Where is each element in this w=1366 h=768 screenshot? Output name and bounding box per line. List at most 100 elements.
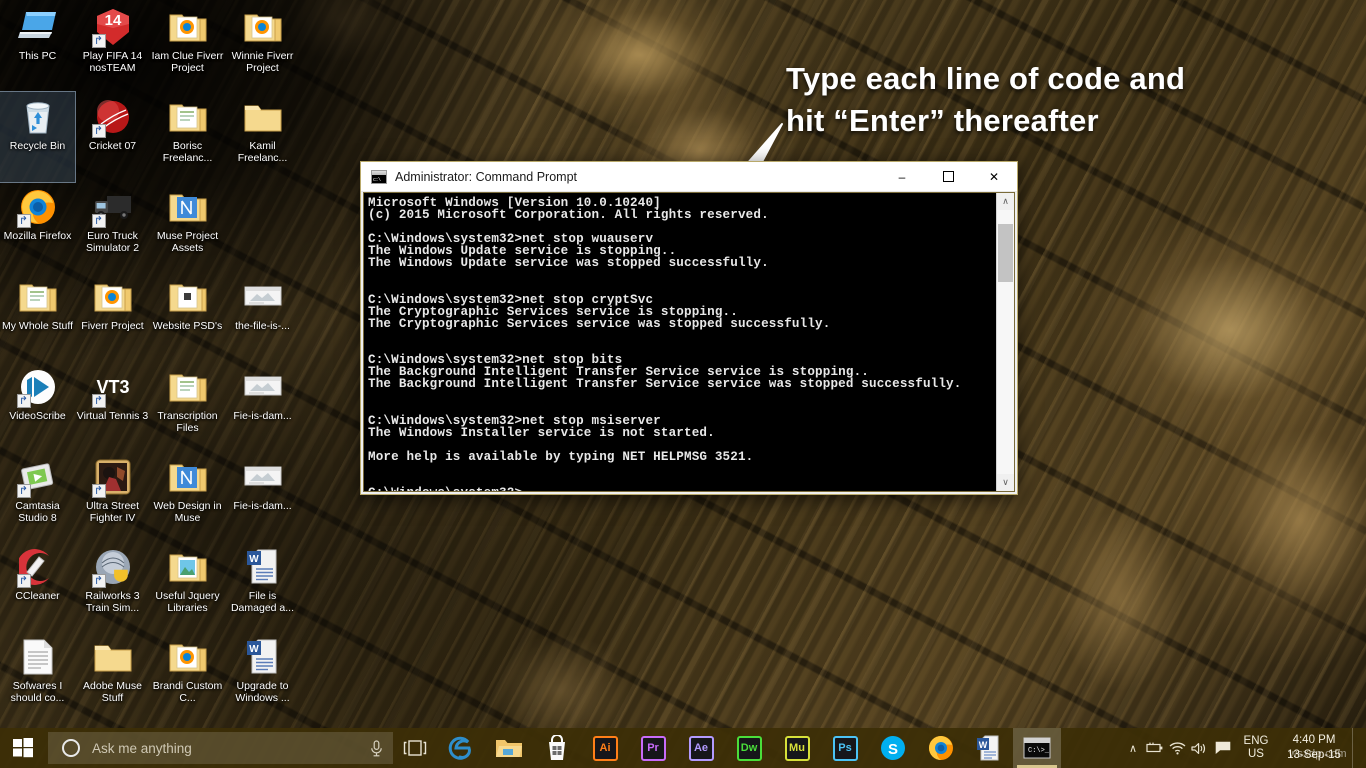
desktop-icon-fie-is-dam[interactable]: Fie-is-dam... (225, 452, 300, 542)
scroll-up-button[interactable]: ∧ (997, 193, 1014, 210)
desktop-icon-railworks-3-train-sim[interactable]: Railworks 3 Train Sim... (75, 542, 150, 632)
desktop-icon-iam-clue-fiverr-project[interactable]: Iam Clue Fiverr Project (150, 2, 225, 92)
folder-doc-icon (17, 276, 59, 318)
desktop-icon-adobe-muse-stuff[interactable]: Adobe Muse Stuff (75, 632, 150, 722)
desktop-icon-label: Upgrade to Windows ... (235, 680, 290, 704)
language-indicator[interactable]: ENG US (1236, 735, 1276, 761)
console-output-text[interactable]: Microsoft Windows [Version 10.0.10240] (… (364, 193, 996, 491)
console-body[interactable]: Microsoft Windows [Version 10.0.10240] (… (363, 192, 1015, 492)
fifa-game-icon: 14 (91, 6, 134, 48)
taskbar-app-after-effects[interactable]: Ae (677, 728, 725, 768)
desktop-icon-ultra-street-fighter-iv[interactable]: Ultra Street Fighter IV (75, 452, 150, 542)
file-image-icon (242, 456, 284, 498)
annotation-line-2: hit “Enter” thereafter (786, 103, 1099, 138)
file-explorer-icon (496, 740, 522, 757)
desktop-icon-cricket-07[interactable]: Cricket 07 (75, 92, 150, 182)
taskbar-app-edge[interactable] (437, 728, 485, 768)
wifi-icon[interactable] (1166, 728, 1188, 768)
desktop-icon-fiverr-project[interactable]: Fiverr Project (75, 272, 150, 362)
show-desktop-button[interactable] (1352, 728, 1360, 768)
language-line-2: US (1248, 748, 1264, 760)
window-title-bar[interactable]: Administrator: Command Prompt – ✕ (361, 162, 1017, 192)
desktop-icon-web-design-in-muse[interactable]: Web Design in Muse (150, 452, 225, 542)
desktop-icon-this-pc[interactable]: This PC (0, 2, 75, 92)
folder-icon (242, 96, 284, 138)
taskbar-app-file-explorer[interactable] (485, 728, 533, 768)
annotation-line-1: Type each line of code and (786, 61, 1186, 96)
battery-icon[interactable] (1144, 728, 1166, 768)
show-hidden-icons-button[interactable]: ∧ (1122, 728, 1144, 768)
desktop-icon-label: the-file-is-... (235, 320, 290, 332)
shortcut-overlay-icon (91, 394, 106, 408)
desktop-icon-fie-is-dam[interactable]: Fie-is-dam... (225, 362, 300, 452)
clock[interactable]: 4:40 PM 13-Sep-15 wsxdp.com (1276, 733, 1352, 763)
desktop-icon-mozilla-firefox[interactable]: Mozilla Firefox (0, 182, 75, 272)
annotation-callout: Type each line of code and hit “Enter” t… (786, 58, 1346, 142)
desktop-icon-useful-jquery-libraries[interactable]: Useful Jquery Libraries (150, 542, 225, 632)
microphone-icon[interactable] (359, 732, 393, 764)
task-view-button[interactable] (393, 728, 437, 768)
taskbar-app-muse[interactable]: Mu (773, 728, 821, 768)
taskbar-app-premiere-pro[interactable]: Pr (629, 728, 677, 768)
desktop-icon-transcription-files[interactable]: Transcription Files (150, 362, 225, 452)
desktop-icon-borisc-freelanc[interactable]: Borisc Freelanc... (150, 92, 225, 182)
desktop-icon-brandi-custom-c[interactable]: Brandi Custom C... (150, 632, 225, 722)
command-prompt-icon: C:\>_ (1023, 737, 1051, 759)
desktop-icon-my-whole-stuff[interactable]: My Whole Stuff (0, 272, 75, 362)
desktop-icon-euro-truck-simulator-2[interactable]: Euro Truck Simulator 2 (75, 182, 150, 272)
close-button[interactable]: ✕ (971, 162, 1017, 192)
scrollbar-track[interactable] (997, 210, 1014, 474)
desktop-icon-label: Borisc Freelanc... (162, 140, 213, 164)
vt3-icon: VT3 (91, 366, 134, 408)
maximize-button[interactable] (925, 162, 971, 192)
desktop-icon-kamil-freelanc[interactable]: Kamil Freelanc... (225, 92, 300, 182)
truck-icon (91, 186, 134, 228)
taskbar-app-dreamweaver[interactable]: Dw (725, 728, 773, 768)
taskbar: Ask me anything Ai Pr Ae Dw Mu Ps S W C:… (0, 728, 1366, 768)
minimize-button[interactable]: – (879, 162, 925, 192)
scroll-down-button[interactable]: ∨ (997, 474, 1014, 491)
desktop-icon-label: Website PSD's (152, 320, 223, 332)
folder-muse-icon (167, 456, 209, 498)
command-prompt-window[interactable]: Administrator: Command Prompt – ✕ Micros… (360, 161, 1018, 495)
desktop-icon-winnie-fiverr-project[interactable]: Winnie Fiverr Project (225, 2, 300, 92)
clock-time: 4:40 PM (1292, 734, 1336, 746)
start-button[interactable] (0, 728, 46, 768)
desktop-icon-label: Cricket 07 (88, 140, 137, 152)
console-scrollbar[interactable]: ∧ ∨ (996, 193, 1014, 491)
desktop-icon-label: Kamil Freelanc... (237, 140, 288, 164)
desktop-icon-label: Camtasia Studio 8 (15, 500, 60, 524)
desktop-icon-virtual-tennis-3[interactable]: VT3 Virtual Tennis 3 (75, 362, 150, 452)
shortcut-overlay-icon (16, 484, 31, 498)
premiere-pro-icon: Pr (640, 735, 666, 761)
desktop-icon-ccleaner[interactable]: CCleaner (0, 542, 75, 632)
desktop-icon-muse-project-assets[interactable]: Muse Project Assets (150, 182, 225, 272)
taskbar-app-command-prompt[interactable]: C:\>_ (1013, 728, 1061, 768)
clock-date: 13-Sep-15 (1287, 749, 1341, 761)
taskbar-app-skype[interactable]: S (869, 728, 917, 768)
desktop-icon-the-file-is[interactable]: the-file-is-... (225, 272, 300, 362)
shortcut-overlay-icon (16, 574, 31, 588)
desktop-icon-sofwares-i-should-co[interactable]: Sofwares I should co... (0, 632, 75, 722)
monitor-icon (17, 6, 59, 48)
desktop-icon-label: Transcription Files (157, 410, 218, 434)
search-input[interactable]: Ask me anything (48, 732, 393, 764)
desktop-icon-label: Useful Jquery Libraries (155, 590, 220, 614)
taskbar-app-illustrator[interactable]: Ai (581, 728, 629, 768)
desktop-icon-videoscribe[interactable]: VideoScribe (0, 362, 75, 452)
volume-icon[interactable] (1188, 728, 1210, 768)
action-center-icon[interactable] (1210, 728, 1236, 768)
desktop-icon-upgrade-to-windows[interactable]: W Upgrade to Windows ... (225, 632, 300, 722)
desktop-icon-website-psd-s[interactable]: Website PSD's (150, 272, 225, 362)
desktop-icon-camtasia-studio-8[interactable]: Camtasia Studio 8 (0, 452, 75, 542)
scrollbar-thumb[interactable] (998, 224, 1013, 282)
desktop-icon-play-fifa-14-nosteam[interactable]: 14 Play FIFA 14 nosTEAM (75, 2, 150, 92)
taskbar-app-word[interactable]: W (965, 728, 1013, 768)
desktop-icon-label: Virtual Tennis 3 (76, 410, 149, 422)
desktop-icon-file-is-damaged-a[interactable]: W File is Damaged a... (225, 542, 300, 632)
taskbar-app-store[interactable] (533, 728, 581, 768)
folder-image-icon (167, 546, 209, 588)
desktop-icon-recycle-bin[interactable]: Recycle Bin (0, 91, 76, 183)
taskbar-app-firefox[interactable] (917, 728, 965, 768)
taskbar-app-photoshop[interactable]: Ps (821, 728, 869, 768)
